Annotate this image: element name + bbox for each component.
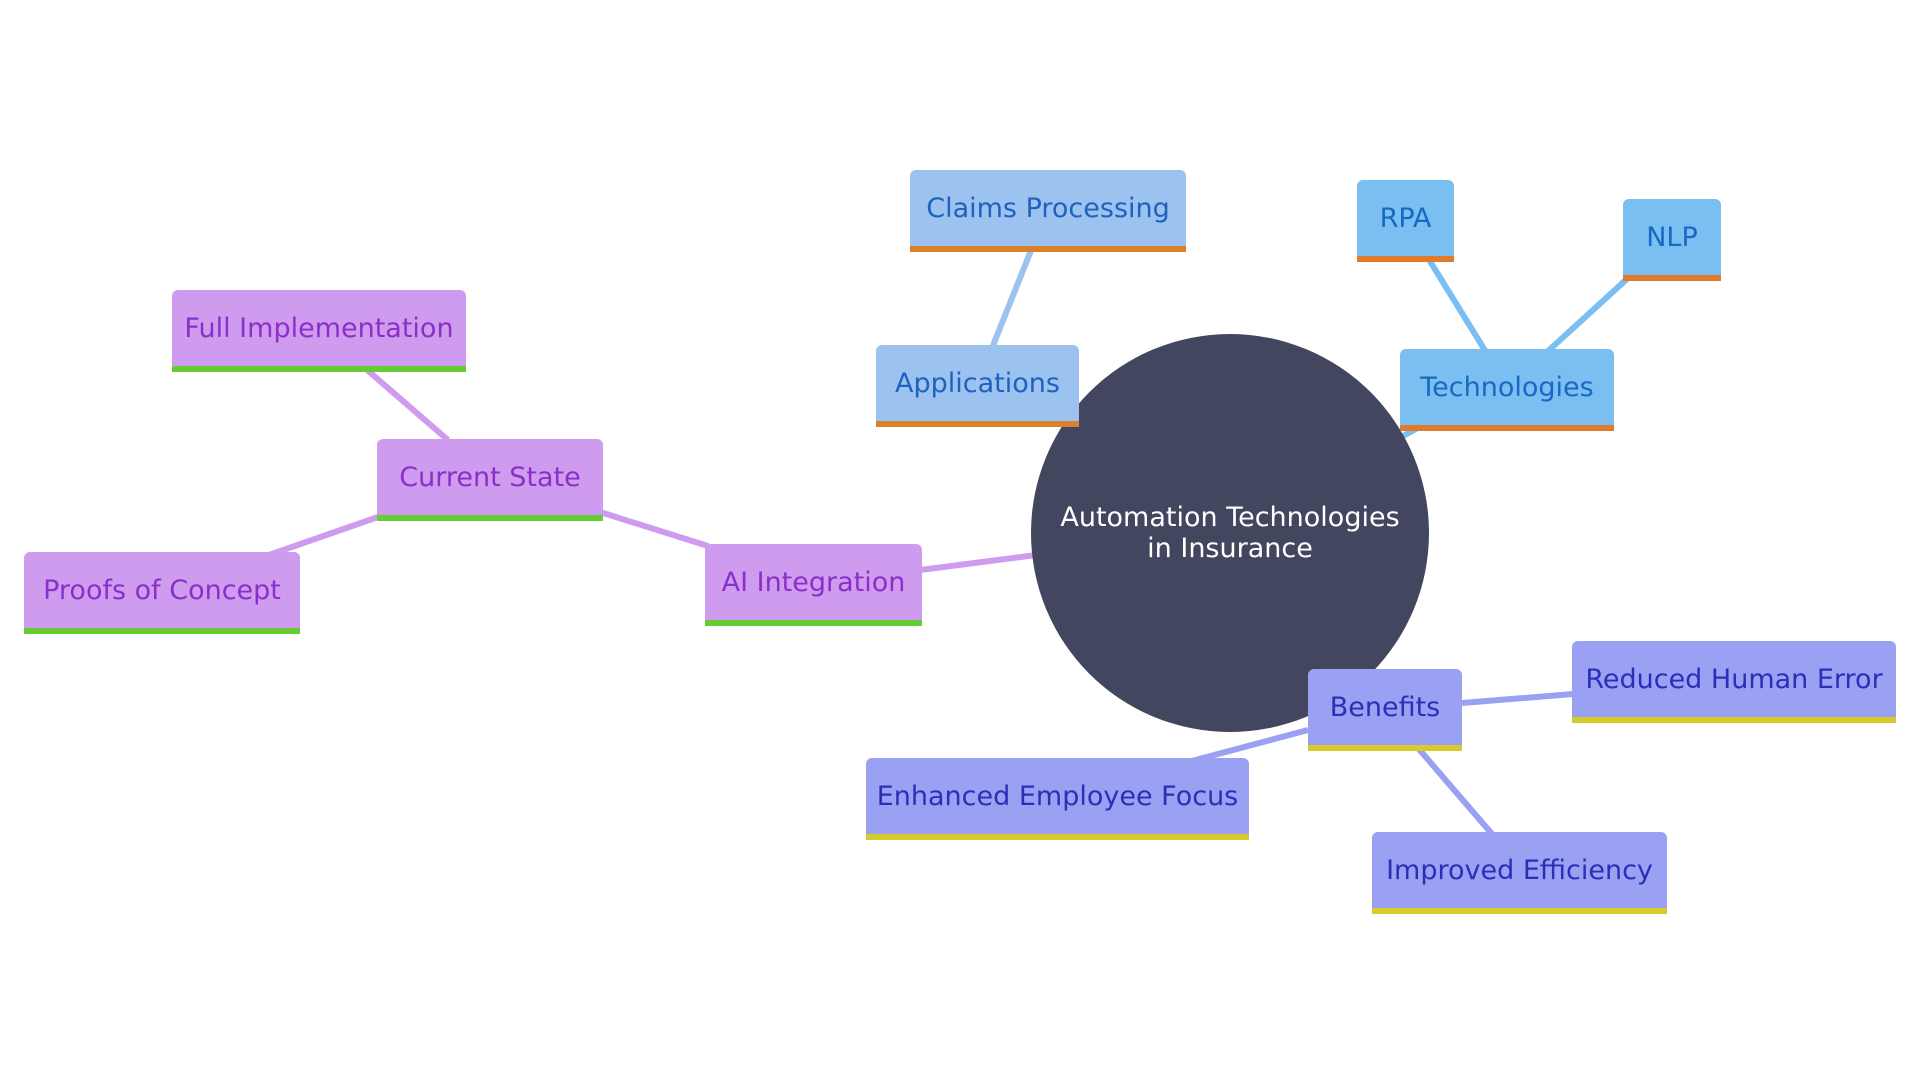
node-rpa[interactable]: RPA xyxy=(1357,180,1454,262)
node-ai-integration[interactable]: AI Integration xyxy=(705,544,922,626)
node-enhanced-employee-focus[interactable]: Enhanced Employee Focus xyxy=(866,758,1249,840)
edge-benefits-reduced xyxy=(1461,691,1574,706)
edges-layer xyxy=(265,246,1631,836)
node-technologies[interactable]: Technologies xyxy=(1400,349,1614,431)
node-label: Enhanced Employee Focus xyxy=(876,780,1239,812)
edge-benefits-improved xyxy=(1415,746,1495,836)
node-proofs-of-concept[interactable]: Proofs of Concept xyxy=(24,552,300,634)
node-label: Improved Efficiency xyxy=(1386,854,1653,886)
node-claims-processing[interactable]: Claims Processing xyxy=(910,170,1186,252)
edge-technologies-rpa xyxy=(1425,256,1489,354)
node-nlp[interactable]: NLP xyxy=(1623,199,1721,281)
node-applications[interactable]: Applications xyxy=(876,345,1079,427)
node-full-implementation[interactable]: Full Implementation xyxy=(172,290,466,372)
node-label: AI Integration xyxy=(721,566,906,598)
node-label: Technologies xyxy=(1420,371,1594,403)
root-label: Automation Technologies in Insurance xyxy=(1060,502,1400,564)
node-benefits[interactable]: Benefits xyxy=(1308,669,1462,751)
node-improved-efficiency[interactable]: Improved Efficiency xyxy=(1372,832,1667,914)
edge-technologies-nlp xyxy=(1544,275,1631,355)
node-label: Claims Processing xyxy=(926,192,1170,224)
node-label: Benefits xyxy=(1329,691,1441,723)
node-label: Current State xyxy=(399,461,581,493)
node-label: Proofs of Concept xyxy=(43,574,281,606)
node-label: NLP xyxy=(1646,221,1698,253)
node-label: Applications xyxy=(895,367,1060,399)
edge-current-full xyxy=(364,366,450,443)
node-label: Reduced Human Error xyxy=(1585,663,1883,695)
node-label: Full Implementation xyxy=(184,312,454,344)
edge-ai-current xyxy=(599,509,709,549)
node-label: RPA xyxy=(1379,202,1432,234)
edge-current-proofs xyxy=(265,514,379,559)
node-current-state[interactable]: Current State xyxy=(377,439,603,521)
edge-applications-claims xyxy=(989,246,1035,350)
node-reduced-human-error[interactable]: Reduced Human Error xyxy=(1572,641,1896,723)
